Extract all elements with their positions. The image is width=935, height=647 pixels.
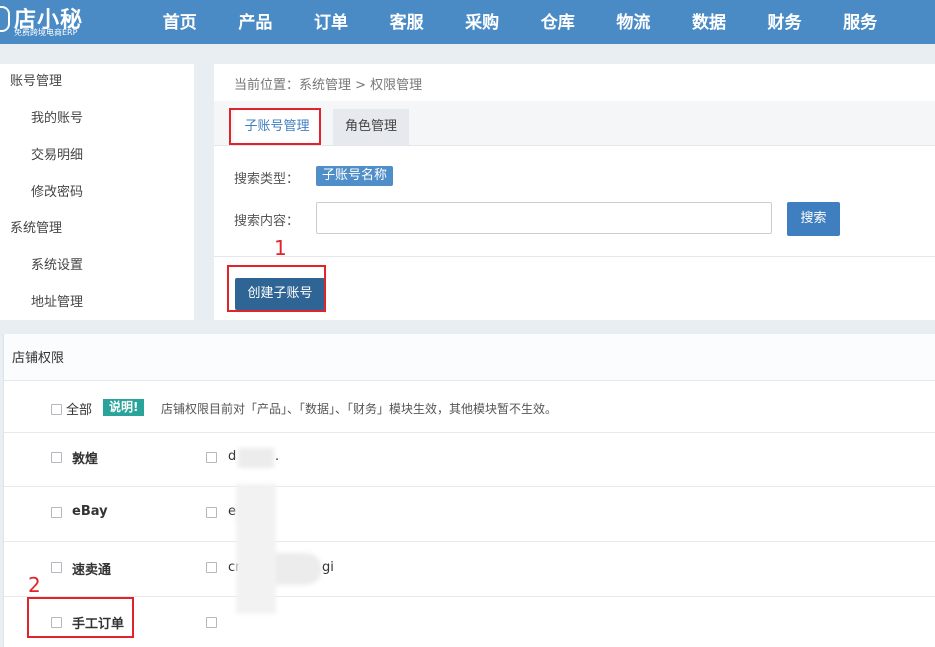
- nav-item-data[interactable]: 数据: [671, 0, 747, 44]
- nav-item-warehouse[interactable]: 仓库: [520, 0, 596, 44]
- redaction-mask: [236, 484, 276, 614]
- main-panel: 当前位置：系统管理 > 权限管理 子账号管理 角色管理 搜索类型： 子账号名称 …: [214, 64, 935, 320]
- annotation-number-2: 2: [28, 573, 41, 597]
- divider: [214, 256, 935, 257]
- sidebar-item-address-management[interactable]: 地址管理: [0, 284, 194, 321]
- search-button[interactable]: 搜索: [787, 202, 840, 236]
- nav-item-customer-service[interactable]: 客服: [369, 0, 445, 44]
- store-checkbox-aliexpress[interactable]: [206, 562, 217, 573]
- note-badge: 说明!: [103, 399, 145, 416]
- breadcrumb: 当前位置：系统管理 > 权限管理: [234, 78, 423, 93]
- platform-label-aliexpress: 速卖通: [72, 563, 112, 578]
- sidebar-item-my-account[interactable]: 我的账号: [0, 100, 194, 137]
- platform-label-ebay: eBay: [72, 504, 108, 519]
- main-nav: 首页 产品 订单 客服 采购 仓库 物流 数据 财务 服务: [142, 0, 898, 44]
- tab-subaccount-management[interactable]: 子账号管理: [234, 109, 320, 145]
- sidebar-section-account: 账号管理: [10, 74, 63, 89]
- platform-label-manual-orders: 手工订单: [72, 617, 125, 632]
- all-label: 全部: [66, 403, 93, 418]
- search-type-option[interactable]: 子账号名称: [316, 166, 394, 186]
- search-content-label: 搜索内容：: [234, 214, 300, 229]
- create-subaccount-button[interactable]: 创建子账号: [235, 278, 325, 310]
- search-type-label: 搜索类型：: [234, 172, 300, 187]
- sidebar-item-system-settings[interactable]: 系统设置: [0, 247, 194, 284]
- sidebar-item-change-password[interactable]: 修改密码: [0, 174, 194, 211]
- sidebar: 账号管理 我的账号 交易明细 修改密码 系统管理 系统设置 地址管理: [0, 64, 194, 320]
- all-checkbox[interactable]: [51, 404, 62, 415]
- nav-item-services[interactable]: 服务: [822, 0, 898, 44]
- store-label-dhgate: d: [228, 449, 237, 464]
- sidebar-section-system: 系统管理: [10, 221, 63, 236]
- permission-row-all: 全部 说明! 店铺权限目前对「产品」、「数据」、「财务」模块生效，其他模块暂不生…: [4, 380, 935, 433]
- platform-checkbox-aliexpress[interactable]: [51, 562, 62, 573]
- store-label-aliexpress-suffix: gi: [322, 560, 334, 575]
- permission-row: 手工订单: [4, 596, 935, 647]
- permission-row: 敦煌 d .: [4, 432, 935, 487]
- permission-row: eBay e: [4, 486, 935, 542]
- store-label-ebay: e: [228, 504, 236, 519]
- tab-role-management[interactable]: 角色管理: [333, 109, 409, 145]
- annotation-number-1: 1: [274, 236, 287, 260]
- nav-item-orders[interactable]: 订单: [293, 0, 369, 44]
- sidebar-item-transactions[interactable]: 交易明细: [0, 137, 194, 174]
- tab-bar: 子账号管理 角色管理: [214, 101, 935, 146]
- note-text: 店铺权限目前对「产品」、「数据」、「财务」模块生效，其他模块暂不生效。: [161, 402, 558, 416]
- platform-checkbox-dhgate[interactable]: [51, 452, 62, 463]
- nav-item-finance[interactable]: 财务: [747, 0, 823, 44]
- logo-mark-icon: [0, 6, 10, 32]
- platform-label-dhgate: 敦煌: [72, 452, 99, 467]
- platform-checkbox-ebay[interactable]: [51, 507, 62, 518]
- search-input[interactable]: [316, 202, 772, 234]
- store-permissions-panel: 店铺权限 全部 说明! 店铺权限目前对「产品」、「数据」、「财务」模块生效，其他…: [3, 334, 935, 647]
- store-checkbox-ebay[interactable]: [206, 507, 217, 518]
- permission-row: 速卖通 cn gi: [4, 541, 935, 597]
- nav-item-products[interactable]: 产品: [218, 0, 294, 44]
- store-checkbox-manual-orders[interactable]: [206, 617, 217, 628]
- nav-item-home[interactable]: 首页: [142, 0, 218, 44]
- nav-item-purchasing[interactable]: 采购: [444, 0, 520, 44]
- permissions-title: 店铺权限: [4, 334, 935, 381]
- nav-item-logistics[interactable]: 物流: [596, 0, 672, 44]
- top-nav-bar: 店小秘 免费跨境电商ERP 首页 产品 订单 客服 采购 仓库 物流 数据 财务…: [0, 0, 935, 44]
- logo[interactable]: 店小秘 免费跨境电商ERP: [0, 0, 110, 44]
- logo-slogan: 免费跨境电商ERP: [14, 28, 78, 37]
- store-checkbox-dhgate[interactable]: [206, 452, 217, 463]
- platform-checkbox-manual-orders[interactable]: [51, 617, 62, 628]
- redaction-mask: [238, 448, 274, 468]
